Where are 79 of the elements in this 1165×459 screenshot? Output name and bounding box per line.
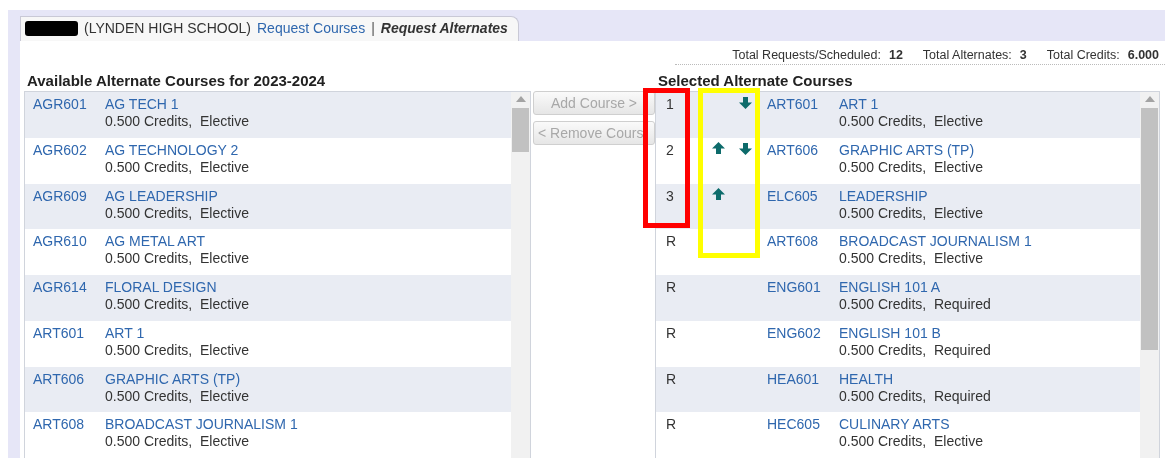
total-label: Total Alternates: bbox=[922, 48, 1012, 62]
course-code-link[interactable]: AGR601 bbox=[25, 96, 105, 138]
rank-number: R bbox=[665, 279, 678, 297]
course-details: 0.500 Credits, Required bbox=[839, 296, 991, 312]
course-details: 0.500 Credits, Elective bbox=[105, 433, 250, 450]
course-name-link[interactable]: FLORAL DESIGN bbox=[105, 279, 249, 295]
down-arrow-icon[interactable] bbox=[739, 96, 752, 109]
course-details: 0.500 Credits, Elective bbox=[105, 204, 249, 221]
course-name-link[interactable]: GRAPHIC ARTS (TP) bbox=[839, 141, 983, 158]
separator: | bbox=[371, 20, 375, 36]
course-details: 0.500 Credits, Elective bbox=[839, 113, 983, 129]
course-code-link[interactable]: HEA601 bbox=[767, 370, 839, 413]
scrollbar-thumb[interactable] bbox=[1141, 108, 1158, 350]
course-details: 0.500 Credits, Elective bbox=[839, 433, 983, 450]
scroll-up-icon[interactable] bbox=[515, 96, 526, 102]
list-heading: Available Alternate Courses for 2023-2024 bbox=[27, 72, 327, 89]
course-code-link[interactable]: ART608 bbox=[25, 416, 105, 458]
course-code-link[interactable]: AGR609 bbox=[25, 187, 105, 230]
scrollbar[interactable] bbox=[511, 92, 530, 458]
course-name-link[interactable]: ENGLISH 101 A bbox=[839, 279, 991, 295]
course-code-link[interactable]: ART608 bbox=[767, 233, 839, 275]
course-code-link[interactable]: ENG601 bbox=[767, 279, 839, 321]
total-label: Total Requests/Scheduled: bbox=[732, 48, 881, 62]
course-name-link[interactable]: GRAPHIC ARTS (TP) bbox=[105, 370, 249, 387]
course-code-link[interactable]: ART606 bbox=[25, 370, 105, 413]
course-name-link[interactable]: ART 1 bbox=[105, 324, 249, 341]
rank-number: R bbox=[665, 416, 678, 435]
up-arrow-icon[interactable] bbox=[712, 141, 725, 155]
rank-number: R bbox=[665, 370, 678, 389]
total-value: 6.000 bbox=[1127, 48, 1159, 62]
course-name-link[interactable]: ENGLISH 101 B bbox=[839, 324, 991, 341]
course-details: 0.500 Credits, Elective bbox=[105, 387, 249, 404]
course-code-link[interactable]: ENG602 bbox=[767, 324, 839, 367]
course-code-link[interactable]: ART601 bbox=[767, 96, 839, 138]
course-code-link[interactable]: AGR614 bbox=[25, 279, 105, 321]
school-name: (LYNDEN HIGH SCHOOL) bbox=[84, 20, 251, 36]
rank-number: R bbox=[665, 324, 678, 343]
course-details: 0.500 Credits, Elective bbox=[839, 250, 984, 267]
course-code-link[interactable]: ELC605 bbox=[767, 187, 839, 230]
rank-number: 3 bbox=[665, 187, 675, 206]
total-label: Total Credits: bbox=[1046, 48, 1120, 62]
course-details: 0.500 Credits, Required bbox=[839, 387, 991, 404]
course-name-link[interactable]: BROADCAST JOURNALISM 1 bbox=[105, 416, 298, 433]
rank-number: 2 bbox=[665, 141, 675, 160]
up-arrow-icon[interactable] bbox=[712, 187, 725, 201]
course-name-link[interactable]: BROADCAST JOURNALISM 1 bbox=[839, 233, 1032, 250]
course-name-link[interactable]: AG LEADERSHIP bbox=[105, 187, 249, 204]
course-name-link[interactable]: AG TECHNOLOGY 2 bbox=[105, 141, 249, 158]
course-details: 0.500 Credits, Elective bbox=[105, 296, 249, 312]
scroll-up-icon[interactable] bbox=[1144, 96, 1155, 102]
course-code-link[interactable]: AGR610 bbox=[25, 233, 105, 275]
tab-link[interactable]: Request Alternates bbox=[380, 20, 508, 36]
tab-link[interactable]: Request Courses bbox=[257, 20, 366, 36]
total-value: 12 bbox=[888, 48, 903, 62]
course-details: 0.500 Credits, Elective bbox=[105, 113, 249, 129]
course-details: 0.500 Credits, Elective bbox=[105, 158, 249, 175]
course-code-link[interactable]: AGR602 bbox=[25, 141, 105, 184]
course-details: 0.500 Credits, Required bbox=[839, 341, 991, 358]
scrollbar[interactable] bbox=[1140, 92, 1159, 458]
course-name-link[interactable]: HEALTH bbox=[839, 370, 991, 387]
course-name-link[interactable]: AG TECH 1 bbox=[105, 96, 249, 112]
redaction-mark bbox=[25, 20, 78, 36]
down-arrow-icon[interactable] bbox=[739, 141, 752, 155]
course-name-link[interactable]: ART 1 bbox=[839, 96, 983, 112]
course-code-link[interactable]: ART606 bbox=[767, 141, 839, 184]
course-details: 0.500 Credits, Elective bbox=[839, 158, 983, 175]
course-details: 0.500 Credits, Elective bbox=[105, 341, 249, 358]
course-code-link[interactable]: ART601 bbox=[25, 324, 105, 367]
list-heading: Selected Alternate Courses bbox=[658, 72, 854, 89]
rank-number: 1 bbox=[665, 96, 675, 114]
course-name-link[interactable]: AG METAL ART bbox=[105, 233, 249, 250]
course-name-link[interactable]: LEADERSHIP bbox=[839, 187, 983, 204]
rank-number: R bbox=[665, 233, 678, 252]
scrollbar-thumb[interactable] bbox=[512, 108, 529, 152]
total-value: 3 bbox=[1019, 48, 1027, 62]
course-details: 0.500 Credits, Elective bbox=[839, 204, 983, 221]
course-name-link[interactable]: CULINARY ARTS bbox=[839, 416, 983, 433]
course-details: 0.500 Credits, Elective bbox=[105, 250, 249, 267]
course-code-link[interactable]: HEC605 bbox=[767, 416, 839, 458]
